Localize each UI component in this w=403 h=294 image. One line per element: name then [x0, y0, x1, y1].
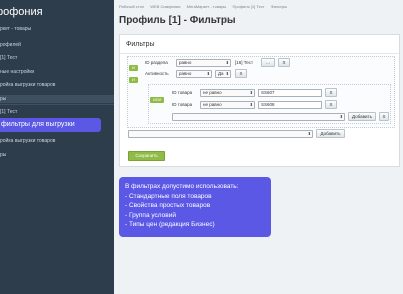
section-value: [16] Тест	[235, 60, 254, 65]
sidebar-item-market[interactable]: ркет - товары	[0, 26, 31, 32]
section-remove-button[interactable]: X	[278, 58, 290, 67]
section-label: ID раздела	[145, 60, 168, 65]
sidebar-item-settings[interactable]: ные настройки	[0, 69, 34, 75]
breadcrumb-item[interactable]: Профиль [1] Тест	[232, 4, 264, 9]
product-id-remove-button-1[interactable]: X	[325, 88, 337, 97]
product-id-operator-select-2[interactable]: не равно ⬍	[200, 101, 255, 109]
and-badge-2[interactable]: И	[129, 77, 138, 83]
sidebar-item-profile-test[interactable]: [1] Тест	[0, 55, 17, 61]
page-title: Профиль [1] - Фильтры	[119, 15, 236, 26]
chevron-down-icon: ⬍	[307, 131, 311, 136]
panel-divider	[120, 53, 399, 54]
chevron-down-icon: ⬍	[206, 71, 210, 76]
sidebar-item-filters[interactable]: ры	[0, 95, 114, 103]
sidebar-item-filters-2[interactable]: ры	[0, 152, 6, 158]
product-id-operator-select-1[interactable]: не равно ⬍	[200, 89, 255, 97]
sidebar-item-profile-test-2[interactable]: [1] Тест	[0, 109, 17, 115]
section-browse-button[interactable]: ...	[261, 58, 275, 67]
active-operator-value: равно	[179, 71, 192, 76]
section-operator-select[interactable]: равно ⬍	[176, 59, 231, 67]
sidebar-item-export-settings[interactable]: ройка выгрузки товаров	[0, 82, 55, 88]
active-value-select[interactable]: Да ⬍	[215, 70, 231, 78]
inner-add-condition-select[interactable]: ⬍	[172, 113, 345, 121]
callout-heading: В фильтрах допустимо использовать:	[125, 183, 239, 190]
callout-line: - Группа условий	[125, 211, 177, 219]
product-id-operator-value-2: не равно	[203, 102, 222, 107]
product-id-remove-button-2[interactable]: X	[325, 100, 337, 109]
chevron-down-icon: ⬍	[249, 90, 253, 95]
inner-add-button[interactable]: Добавить	[348, 112, 376, 121]
product-id-input-1[interactable]: SS607	[258, 89, 322, 97]
sidebar: рофония ркет - товары рофилей [1] Тест н…	[0, 0, 114, 294]
callout-line: - Типы цен (редакция Бизнес)	[125, 221, 215, 228]
chevron-down-icon: ⬍	[225, 60, 229, 65]
or-group-remove-button[interactable]: X	[379, 112, 389, 121]
outer-add-condition-select[interactable]: ⬍	[128, 130, 313, 138]
breadcrumb-item[interactable]: МегаМаркет - товары	[187, 4, 227, 9]
star-icon[interactable]: ☆	[222, 15, 230, 26]
product-id-input-2[interactable]: SS608	[258, 101, 322, 109]
sidebar-item-profiles[interactable]: рофилей	[0, 42, 21, 48]
section-operator-value: равно	[179, 60, 192, 65]
main-content: Рабочий стол WEB Симфония МегаМаркет - т…	[114, 0, 403, 294]
product-id-operator-value-1: не равно	[203, 90, 222, 95]
callout-filter-info: В фильтрах допустимо использовать: - Ста…	[119, 177, 271, 237]
active-label: Активность	[145, 71, 169, 76]
chevron-down-icon: ⬍	[339, 114, 343, 119]
sidebar-divider	[0, 104, 114, 105]
chevron-down-icon: ⬍	[225, 71, 229, 76]
chevron-down-icon: ⬍	[249, 102, 253, 107]
sidebar-item-export-settings-2[interactable]: ройка выгрузки товаров	[0, 138, 55, 144]
breadcrumb: Рабочий стол WEB Симфония МегаМаркет - т…	[119, 4, 292, 9]
product-id-label-2: ID товара	[172, 102, 193, 107]
filters-panel: Фильтры И И ID раздела равно ⬍ [16] Тест …	[119, 34, 400, 167]
save-button[interactable]: Сохранить	[128, 151, 165, 161]
active-remove-button[interactable]: X	[235, 69, 247, 78]
panel-title: Фильтры	[126, 41, 155, 48]
callout-export-filters: те фильтры для выгрузки	[0, 118, 101, 132]
sidebar-title: рофония	[0, 6, 43, 18]
breadcrumb-item[interactable]: Фильтры	[271, 4, 287, 9]
callout-line: - Стандартные поля товаров	[125, 192, 212, 200]
callout-line: - Свойства простых товаров	[125, 202, 211, 209]
and-badge[interactable]: И	[129, 65, 138, 71]
or-badge[interactable]: ИЛИ	[150, 97, 165, 103]
breadcrumb-item[interactable]: Рабочий стол	[119, 4, 144, 9]
breadcrumb-item[interactable]: WEB Симфония	[150, 4, 180, 9]
product-id-label-1: ID товара	[172, 90, 193, 95]
outer-add-button[interactable]: Добавить	[316, 129, 345, 138]
active-operator-select[interactable]: равно ⬍	[176, 70, 212, 78]
active-value: Да	[218, 71, 224, 76]
